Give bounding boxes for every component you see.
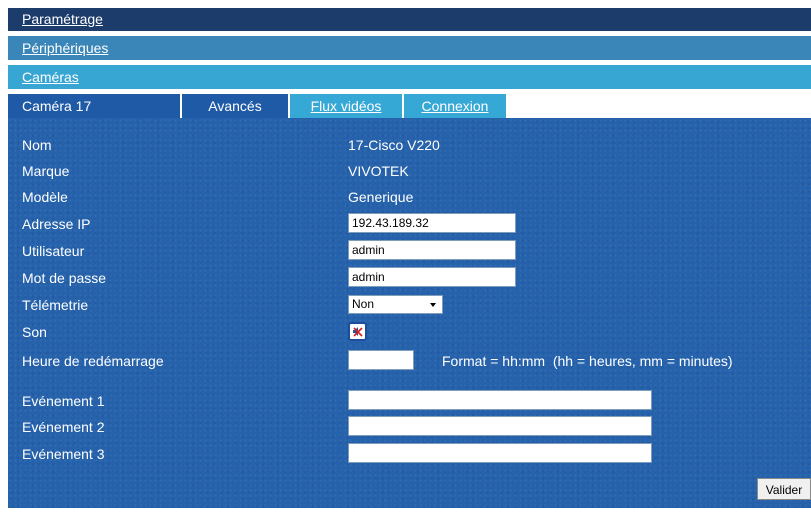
row-telemetry: Télémetrie Non (8, 294, 811, 316)
sound-toggle-button[interactable] (348, 322, 367, 341)
event-1-label: Evénement 1 (22, 393, 105, 409)
row-sound: Son (8, 321, 811, 343)
restart-time-input[interactable] (348, 350, 414, 370)
restart-time-label: Heure de redémarrage (22, 353, 164, 369)
row-password: Mot de passe (8, 267, 811, 289)
event-2-label: Evénement 2 (22, 419, 105, 435)
row-event-3: Evénement 3 (8, 443, 811, 465)
nav-cameras-link[interactable]: Caméras (8, 65, 811, 89)
nav-devices-link[interactable]: Périphériques (8, 36, 811, 60)
event-1-input[interactable] (348, 390, 652, 410)
sound-label: Son (22, 324, 47, 340)
row-restart-time: Heure de redémarrage Format = hh:mm (hh … (8, 350, 811, 372)
tab-camera-title: Caméra 17 (8, 94, 180, 118)
event-3-label: Evénement 3 (22, 446, 105, 462)
validate-button[interactable]: Valider (757, 478, 811, 500)
row-brand: Marque VIVOTEK (8, 160, 811, 182)
password-input[interactable] (348, 267, 516, 287)
tab-bar: Caméra 17 Avancés Flux vidéos Connexion (8, 94, 811, 118)
row-model: Modèle Generique (8, 186, 811, 208)
brand-label: Marque (22, 163, 70, 179)
brand-value: VIVOTEK (348, 163, 409, 179)
row-user: Utilisateur (8, 240, 811, 262)
username-input[interactable] (348, 240, 516, 260)
name-label: Nom (22, 137, 52, 153)
row-event-2: Evénement 2 (8, 416, 811, 438)
chevron-down-icon (430, 303, 436, 307)
telemetry-select[interactable]: Non (348, 295, 443, 314)
tab-video-streams[interactable]: Flux vidéos (290, 94, 402, 118)
settings-panel: Nom 17-Cisco V220 Marque VIVOTEK Modèle … (8, 118, 811, 508)
name-value: 17-Cisco V220 (348, 137, 440, 153)
row-name: Nom 17-Cisco V220 (8, 134, 811, 156)
nav-settings-link[interactable]: Paramétrage (8, 8, 811, 31)
event-3-input[interactable] (348, 443, 652, 463)
tab-connection[interactable]: Connexion (404, 94, 506, 118)
ip-address-input[interactable] (348, 213, 516, 233)
restart-time-format-hint: Format = hh:mm (hh = heures, mm = minute… (442, 353, 733, 369)
row-event-1: Evénement 1 (8, 390, 811, 412)
ip-label: Adresse IP (22, 216, 91, 232)
user-label: Utilisateur (22, 243, 85, 259)
password-label: Mot de passe (22, 270, 107, 286)
model-label: Modèle (22, 189, 68, 205)
speaker-muted-icon (353, 327, 363, 337)
row-ip: Adresse IP (8, 213, 811, 235)
telemetry-selected-value: Non (352, 297, 375, 311)
tab-advanced[interactable]: Avancés (182, 94, 288, 118)
telemetry-label: Télémetrie (22, 297, 89, 313)
camera-settings-frame: Paramétrage Périphériques Caméras Caméra… (8, 8, 811, 508)
event-2-input[interactable] (348, 416, 652, 436)
model-value: Generique (348, 189, 414, 205)
